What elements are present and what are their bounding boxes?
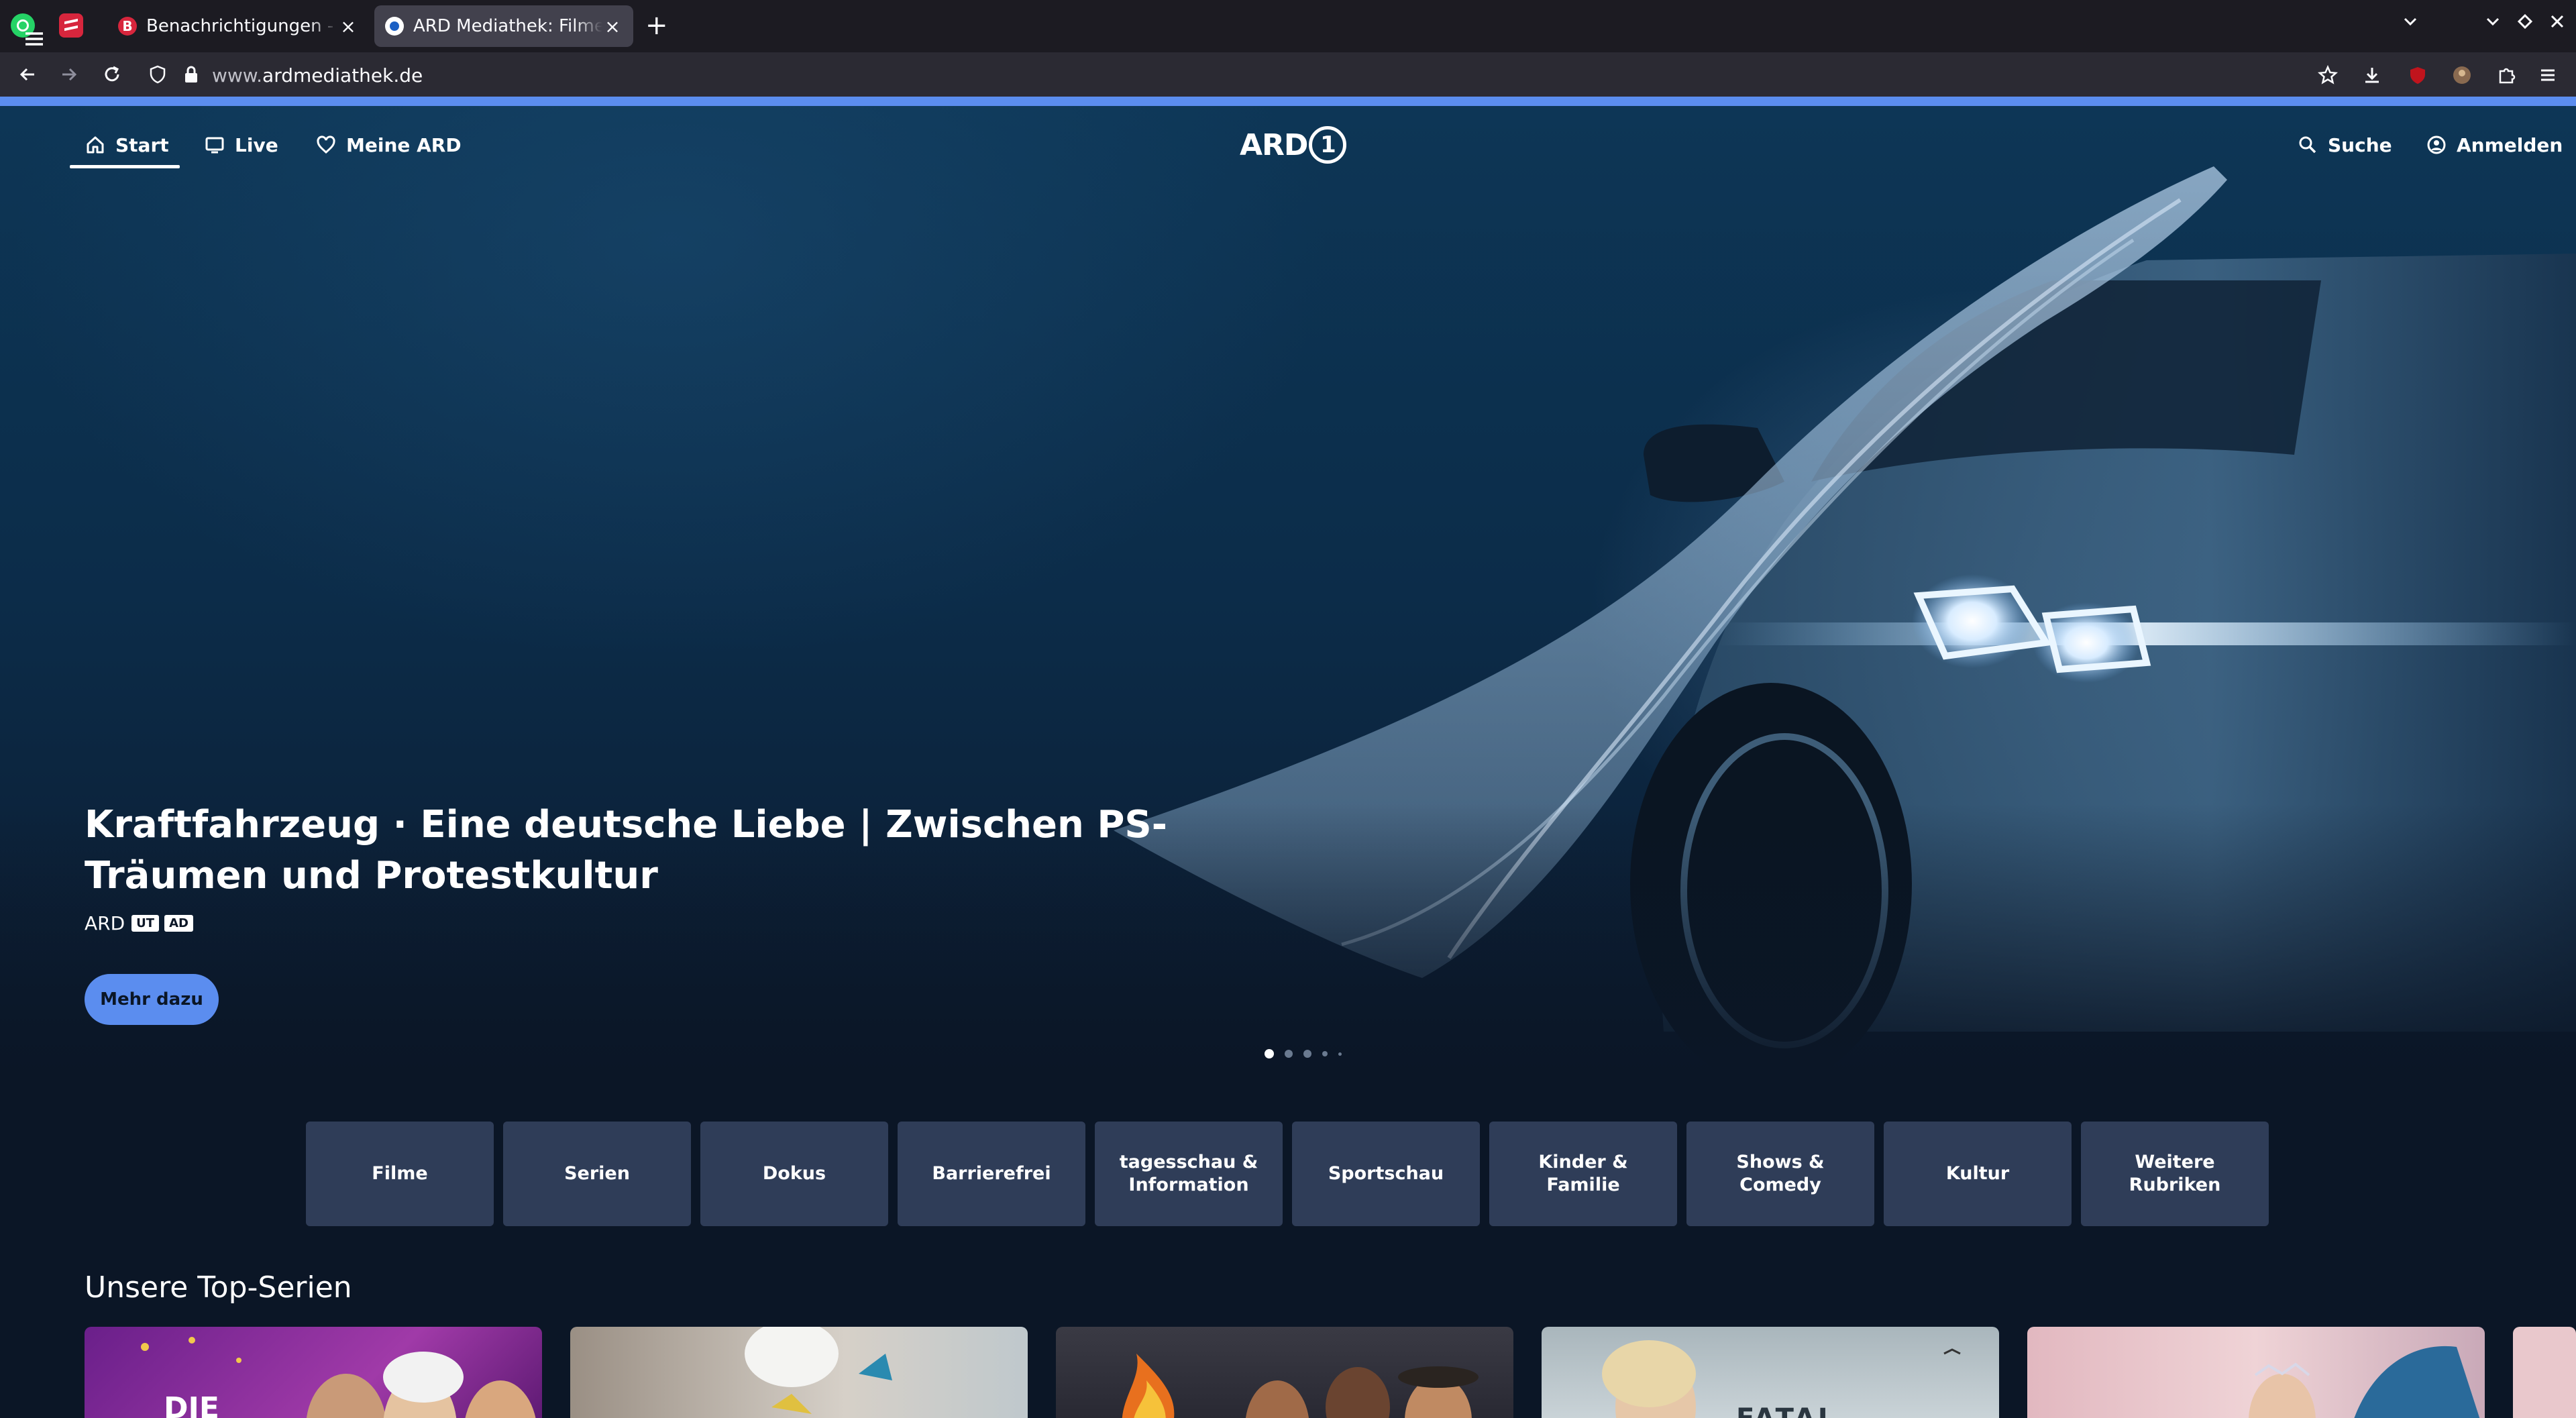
category-sportschau[interactable]: Sportschau bbox=[1292, 1122, 1480, 1226]
top-series-carousel: DIE FATAL CROSSING bbox=[85, 1327, 2576, 1418]
category-kultur[interactable]: Kultur bbox=[1884, 1122, 2072, 1226]
browser-tab-benachrichtigungen[interactable]: B Benachrichtigungen - Bonn × bbox=[107, 5, 369, 47]
browser-navigation-bar: www.ardmediathek.de bbox=[0, 52, 2576, 97]
user-icon bbox=[2427, 135, 2446, 154]
hero-title[interactable]: Kraftfahrzeug · Eine deutsche Liebe | Zw… bbox=[85, 800, 1225, 902]
url-bar[interactable]: www.ardmediathek.de bbox=[212, 64, 423, 87]
home-icon bbox=[87, 136, 104, 154]
ard-logo[interactable]: ARD 1 bbox=[1240, 126, 1347, 164]
category-shows-comedy[interactable]: Shows & Comedy bbox=[1686, 1122, 1874, 1226]
search-button[interactable]: Suche bbox=[2297, 131, 2392, 158]
category-serien[interactable]: Serien bbox=[503, 1122, 691, 1226]
category-dokus[interactable]: Dokus bbox=[700, 1122, 888, 1226]
browser-menu-icon[interactable] bbox=[2533, 60, 2563, 90]
extensions-puzzle-icon[interactable] bbox=[2491, 60, 2521, 90]
login-label: Anmelden bbox=[2457, 133, 2563, 156]
category-tagesschau[interactable]: tagesschau & Information bbox=[1095, 1122, 1283, 1226]
nav-start[interactable]: Start bbox=[85, 131, 169, 158]
tab-title: Benachrichtigungen - Bonn bbox=[146, 16, 338, 36]
browser-tab-bar: B Benachrichtigungen - Bonn × ARD Mediat… bbox=[0, 0, 2576, 52]
subtitle-badge: UT bbox=[131, 915, 160, 932]
series-thumbnail bbox=[141, 1337, 536, 1418]
audio-description-badge: AD bbox=[164, 915, 193, 932]
url-prefix: www. bbox=[212, 64, 263, 87]
nav-meine-ard-label: Meine ARD bbox=[346, 133, 462, 156]
tab-title: ARD Mediathek: Filme, Serien bbox=[413, 16, 602, 36]
carousel-dot[interactable] bbox=[1265, 1049, 1274, 1058]
logo-number: 1 bbox=[1309, 126, 1347, 164]
series-card-partial[interactable] bbox=[2513, 1327, 2576, 1418]
search-label: Suche bbox=[2328, 133, 2392, 156]
nav-live[interactable]: Live bbox=[204, 131, 278, 158]
carousel-dot[interactable] bbox=[1322, 1051, 1328, 1056]
series-thumbnail bbox=[745, 1327, 892, 1414]
list-all-tabs-icon[interactable] bbox=[2400, 11, 2421, 38]
tracking-protection-shield-icon[interactable] bbox=[144, 60, 172, 89]
carousel-dot[interactable] bbox=[1338, 1052, 1342, 1056]
ublock-origin-icon[interactable] bbox=[2403, 60, 2432, 90]
browser-tab-ard-mediathek[interactable]: ARD Mediathek: Filme, Serien × bbox=[374, 5, 633, 47]
nav-meine-ard[interactable]: Meine ARD bbox=[315, 131, 462, 158]
series-card-title: DIE bbox=[164, 1391, 219, 1418]
maximize-icon[interactable] bbox=[2514, 11, 2536, 38]
nav-start-label: Start bbox=[115, 133, 169, 156]
carousel-dot[interactable] bbox=[1303, 1050, 1311, 1058]
category-kinder-familie[interactable]: Kinder & Familie bbox=[1489, 1122, 1677, 1226]
pinned-tab-icon[interactable] bbox=[59, 13, 83, 38]
close-window-icon[interactable] bbox=[2546, 11, 2568, 38]
login-button[interactable]: Anmelden bbox=[2426, 131, 2563, 158]
minimize-icon[interactable] bbox=[2482, 11, 2504, 38]
category-barrierefrei[interactable]: Barrierefrei bbox=[898, 1122, 1085, 1226]
active-nav-indicator bbox=[70, 165, 180, 168]
category-weitere-rubriken[interactable]: Weitere Rubriken bbox=[2081, 1122, 2269, 1226]
series-card[interactable] bbox=[570, 1327, 1028, 1418]
carousel-pagination bbox=[1265, 1049, 1352, 1058]
new-tab-button[interactable]: + bbox=[645, 12, 668, 39]
series-card[interactable]: DIE bbox=[85, 1327, 542, 1418]
hero-meta: ARD UT AD bbox=[85, 912, 193, 934]
section-title-top-serien: Unsere Top-Serien bbox=[85, 1270, 352, 1305]
series-thumbnail bbox=[1122, 1354, 1479, 1418]
category-tiles: Filme Serien Dokus Barrierefrei tagessch… bbox=[306, 1122, 2278, 1226]
url-domain: ardmediathek.de bbox=[262, 64, 423, 87]
series-card-title: FATAL CROSSING bbox=[1736, 1403, 1999, 1418]
back-arrow-icon[interactable] bbox=[13, 60, 42, 89]
bonn-favicon-icon: B bbox=[118, 17, 137, 36]
site-menu-button[interactable] bbox=[23, 25, 55, 52]
heart-icon bbox=[317, 135, 335, 154]
search-icon bbox=[2299, 136, 2316, 154]
reload-icon[interactable] bbox=[98, 60, 126, 89]
mehr-dazu-button[interactable]: Mehr dazu bbox=[85, 974, 219, 1025]
extension-avatar-icon[interactable] bbox=[2447, 60, 2477, 90]
tv-icon bbox=[205, 137, 224, 154]
lock-icon[interactable] bbox=[177, 60, 205, 89]
logo-text: ARD bbox=[1240, 127, 1308, 162]
ard-favicon-icon bbox=[385, 17, 404, 36]
downloads-icon[interactable] bbox=[2357, 60, 2387, 90]
series-card[interactable]: FATAL CROSSING bbox=[1542, 1327, 1999, 1418]
hamburger-icon bbox=[25, 32, 43, 46]
forward-arrow-icon[interactable] bbox=[55, 60, 83, 89]
channel-label: ARD bbox=[85, 912, 125, 934]
category-filme[interactable]: Filme bbox=[306, 1122, 494, 1226]
close-tab-icon[interactable]: × bbox=[602, 15, 623, 38]
bookmark-star-icon[interactable] bbox=[2313, 60, 2343, 90]
close-tab-icon[interactable]: × bbox=[338, 15, 358, 38]
nav-live-label: Live bbox=[235, 133, 278, 156]
carousel-dot[interactable] bbox=[1285, 1050, 1293, 1058]
series-card[interactable] bbox=[1056, 1327, 1513, 1418]
series-card[interactable] bbox=[2027, 1327, 2485, 1418]
page-load-progress-bar bbox=[0, 97, 2576, 106]
series-thumbnail bbox=[2249, 1346, 2480, 1418]
hero-banner[interactable] bbox=[0, 106, 2576, 1085]
